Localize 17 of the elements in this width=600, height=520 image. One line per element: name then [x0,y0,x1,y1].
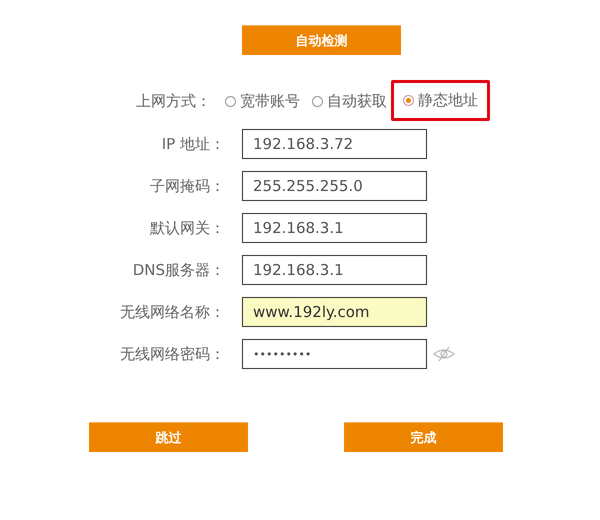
field-label: 上网方式： [135,92,212,110]
radio-option[interactable]: 自动获取 [312,92,387,110]
input-field[interactable]: ••••••••• [242,339,427,369]
input-field[interactable]: 255.255.255.0 [242,171,427,201]
field-label: 默认网关： [149,218,225,238]
input-field[interactable]: 192.168.3.72 [242,129,427,159]
radio-option[interactable]: 宽带账号 [225,92,300,110]
input-field[interactable]: 192.168.3.1 [242,213,427,243]
hidden-eye-icon[interactable] [433,346,455,362]
radio-option[interactable]: 静态地址 [403,90,478,110]
field-label: IP 地址： [160,134,225,154]
field-label: 无线网络名称： [119,302,225,322]
field-label: DNS服务器： [132,260,225,280]
field-label: 子网掩码： [149,176,225,196]
input-field[interactable]: 192.168.3.1 [242,255,427,285]
input-field[interactable]: www.192ly.com [242,297,427,327]
field-label: 无线网络密码： [119,344,225,364]
